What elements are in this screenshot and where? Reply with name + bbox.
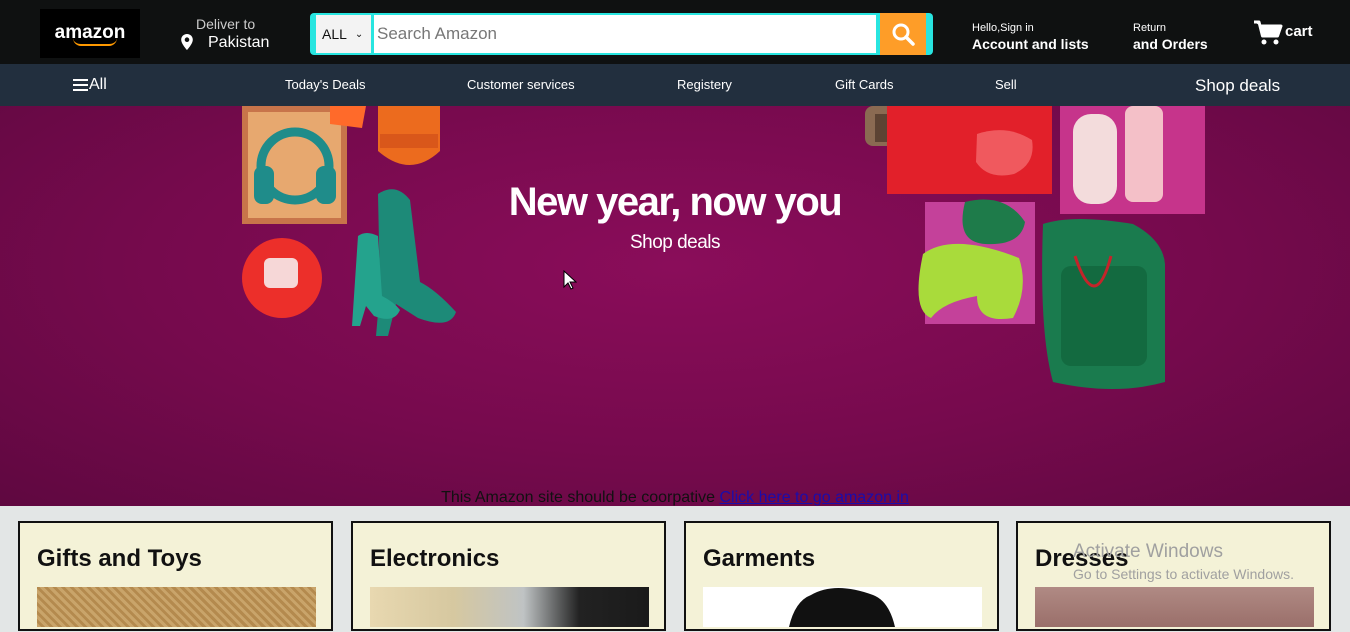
deliver-label: Deliver to (196, 16, 256, 32)
search-bar: ALL ⌄ (310, 13, 933, 55)
card-image[interactable] (37, 587, 316, 627)
watermark-title: Activate Windows (1073, 541, 1223, 562)
search-input[interactable] (374, 15, 876, 53)
category-card-electronics[interactable]: Electronics (351, 521, 666, 631)
nav-all-menu[interactable]: All (73, 76, 107, 94)
amazon-in-link[interactable]: Click here to go amazon.in (719, 489, 908, 506)
watermark-subtitle: Go to Settings to activate Windows. (1073, 566, 1294, 582)
location-pin-icon (181, 34, 193, 50)
nav-shop-deals[interactable]: Shop deals (1195, 76, 1280, 96)
search-category-value: ALL (322, 26, 347, 42)
search-button[interactable] (880, 13, 926, 55)
nav-item-customer-services[interactable]: Customer services (467, 77, 575, 92)
nav-item-todays-deals[interactable]: Today's Deals (285, 77, 366, 92)
mouse-cursor-icon (563, 270, 577, 290)
nav-item-gift-cards[interactable]: Gift Cards (835, 77, 894, 92)
card-title: Garments (703, 545, 816, 572)
hamburger-icon (73, 79, 88, 91)
returns-label: Return (1133, 22, 1167, 34)
deliver-location: Pakistan (208, 34, 270, 51)
account-label: Account and lists (972, 36, 1089, 52)
nav-item-sell[interactable]: Sell (995, 77, 1017, 92)
card-image[interactable] (1035, 587, 1314, 627)
hero-banner[interactable]: New year, now you Shop deals This Amazon… (0, 106, 1350, 506)
returns-and-orders[interactable]: Return and Orders (1133, 22, 1208, 52)
nav-item-registery[interactable]: Registery (677, 77, 732, 92)
search-category-select[interactable]: ALL ⌄ (316, 15, 371, 53)
account-greeting: Hello,Sign in (972, 22, 1034, 34)
card-image[interactable] (703, 587, 982, 627)
notice-text: This Amazon site should be coorpative (441, 489, 716, 506)
account-and-lists[interactable]: Hello,Sign in Account and lists (972, 22, 1089, 52)
hero-title: New year, now you (508, 180, 843, 224)
amazon-logo[interactable]: amazon (40, 9, 140, 58)
cart-label: cart (1285, 23, 1313, 40)
nav-all-label: All (89, 76, 107, 93)
category-card-garments[interactable]: Garments (684, 521, 999, 631)
logo-smile-icon (73, 38, 117, 46)
card-title: Electronics (370, 545, 500, 572)
activate-windows-watermark: Activate Windows Go to Settings to activ… (1073, 541, 1294, 582)
top-header: amazon Deliver to Pakistan ALL ⌄ Hello,S… (0, 0, 1350, 64)
card-title: Gifts and Toys (37, 545, 202, 572)
orders-label: and Orders (1133, 36, 1208, 52)
nav-bar: All Today's Deals Customer services Regi… (0, 64, 1350, 106)
chevron-down-icon: ⌄ (354, 28, 364, 40)
hero-subtitle[interactable]: Shop deals (0, 232, 1350, 254)
card-image[interactable] (370, 587, 649, 627)
category-card-gifts-and-toys[interactable]: Gifts and Toys (18, 521, 333, 631)
cart-icon (1254, 20, 1283, 45)
hero-notice: This Amazon site should be coorpative Cl… (0, 489, 1350, 506)
hoodie-image (789, 588, 895, 627)
cart-button[interactable]: cart (1253, 20, 1313, 46)
search-icon (892, 23, 915, 46)
